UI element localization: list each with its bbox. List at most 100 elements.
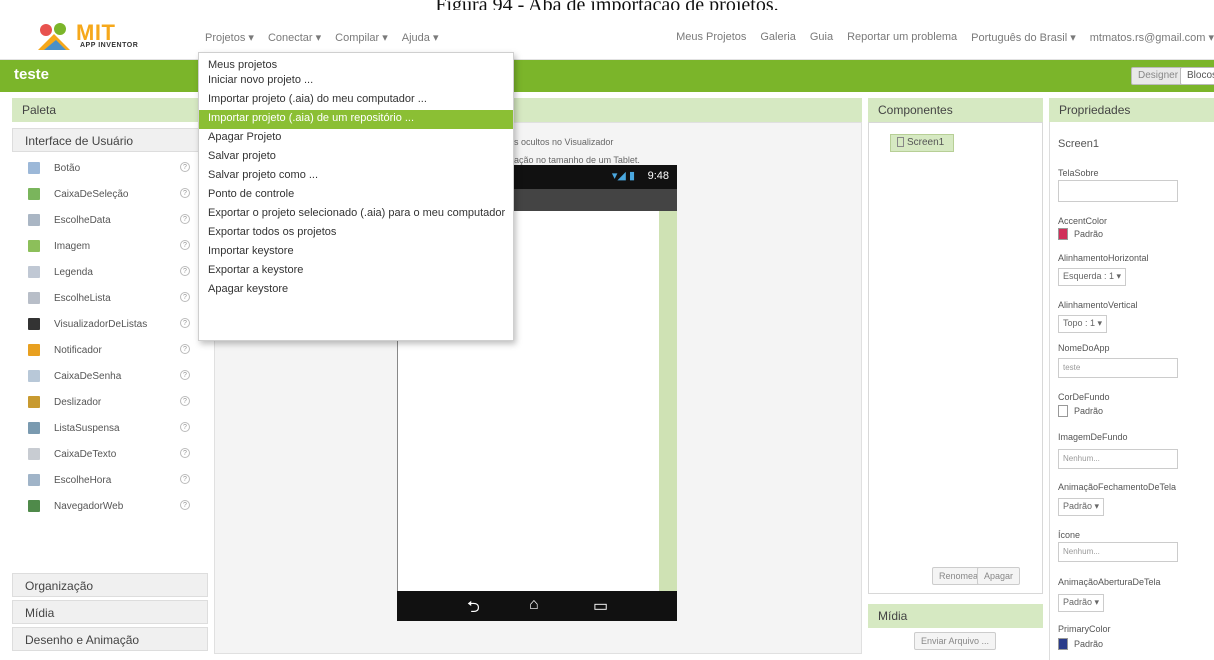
- prop-align-h-select[interactable]: Esquerda : 1 ▾: [1058, 268, 1127, 286]
- phone-scrollbar[interactable]: [659, 211, 677, 591]
- calendar-icon: [28, 214, 40, 226]
- palette-category-drawing[interactable]: Desenho e Animação: [12, 627, 208, 651]
- dropdown-menu-item[interactable]: Importar projeto (.aia) do meu computado…: [199, 91, 513, 110]
- help-icon[interactable]: ?: [180, 370, 190, 380]
- help-icon[interactable]: ?: [180, 448, 190, 458]
- palette-item[interactable]: VisualizadorDeListas?: [12, 311, 208, 337]
- dropdown-menu-item[interactable]: Exportar todos os projetos: [199, 224, 513, 243]
- upload-button[interactable]: Enviar Arquivo ...: [914, 632, 997, 650]
- prop-align-v-select[interactable]: Topo : 1 ▾: [1058, 315, 1108, 333]
- palette-list: Botão? CaixaDeSeleção? EscolheData? Imagem?…: [12, 155, 208, 519]
- phone-time: 9:48: [647, 170, 669, 182]
- dropdown-menu-item[interactable]: Meus projetos: [199, 53, 513, 72]
- home-icon[interactable]: ⌂: [529, 596, 539, 614]
- help-icon[interactable]: ?: [180, 188, 190, 198]
- dropdown-menu-item[interactable]: Exportar o projeto selecionado (.aia) pa…: [199, 205, 513, 224]
- prop-appname-label: NomeDoApp: [1058, 343, 1110, 353]
- prop-tela-sobre-input[interactable]: [1058, 180, 1178, 202]
- help-icon[interactable]: ?: [180, 292, 190, 302]
- prop-tela-sobre-label: TelaSobre: [1058, 168, 1099, 178]
- palette-item[interactable]: EscolheHora?: [12, 467, 208, 493]
- back-icon[interactable]: ⮌: [467, 596, 480, 623]
- palette-item[interactable]: CaixaDeSeleção?: [12, 181, 208, 207]
- account-menu[interactable]: mtmatos.rs@gmail.com ▾: [1090, 31, 1214, 44]
- viewer-hidden-note: s ocultos no Visualizador: [514, 137, 614, 147]
- right-menu: Meus Projetos Galeria Guia Reportar um p…: [676, 31, 1214, 44]
- menu-ajuda[interactable]: Ajuda ▾: [402, 31, 439, 44]
- clock-icon: [28, 474, 40, 486]
- prop-appname-input[interactable]: teste: [1058, 358, 1178, 378]
- palette-category-ui[interactable]: Interface de Usuário: [12, 128, 208, 152]
- help-icon[interactable]: ?: [180, 318, 190, 328]
- palette-item-label: Deslizador: [54, 396, 102, 408]
- designer-button[interactable]: Designer: [1131, 67, 1186, 85]
- help-icon[interactable]: ?: [180, 422, 190, 432]
- help-icon[interactable]: ?: [180, 214, 190, 224]
- prop-bg-swatch[interactable]: [1058, 405, 1068, 417]
- properties-screen-name: Screen1: [1058, 138, 1099, 150]
- palette-item[interactable]: ListaSuspensa?: [12, 415, 208, 441]
- help-icon[interactable]: ?: [180, 240, 190, 250]
- menu-conectar[interactable]: Conectar ▾: [268, 31, 321, 44]
- logo-icon: [38, 23, 70, 50]
- palette-item[interactable]: Imagem?: [12, 233, 208, 259]
- dropdown-menu-item[interactable]: Iniciar novo projeto ...: [199, 72, 513, 91]
- app-logo[interactable]: MIT APP INVENTOR: [36, 20, 146, 56]
- palette-item[interactable]: CaixaDeSenha?: [12, 363, 208, 389]
- palette-item[interactable]: Botão?: [12, 155, 208, 181]
- palette-item[interactable]: Deslizador?: [12, 389, 208, 415]
- help-icon[interactable]: ?: [180, 474, 190, 484]
- web-icon: [28, 500, 40, 512]
- prop-primary-swatch[interactable]: [1058, 638, 1068, 650]
- prop-open-anim-select[interactable]: Padrão ▾: [1058, 594, 1105, 612]
- help-icon[interactable]: ?: [180, 396, 190, 406]
- link-meus-projetos[interactable]: Meus Projetos: [676, 31, 746, 44]
- prop-close-anim-select[interactable]: Padrão ▾: [1058, 498, 1105, 516]
- phone-nav-bar: ⮌ ⌂ ▭: [397, 591, 677, 621]
- prop-icon-label: Ícone: [1058, 530, 1081, 540]
- dropdown-menu-item[interactable]: Apagar keystore: [199, 281, 513, 300]
- delete-button[interactable]: Apagar: [977, 567, 1021, 585]
- menu-projetos[interactable]: Projetos ▾: [205, 31, 254, 44]
- help-icon[interactable]: ?: [180, 500, 190, 510]
- recents-icon[interactable]: ▭: [593, 596, 608, 616]
- notifier-icon: [28, 344, 40, 356]
- prop-bg-label: CorDeFundo: [1058, 392, 1110, 402]
- link-galeria[interactable]: Galeria: [760, 31, 795, 44]
- dropdown-menu-item[interactable]: Salvar projeto: [199, 148, 513, 167]
- palette-item[interactable]: NavegadorWeb?: [12, 493, 208, 519]
- palette-category-layout[interactable]: Organização: [12, 573, 208, 597]
- dropdown-menu-item[interactable]: Salvar projeto como ...: [199, 167, 513, 186]
- prop-accent-swatch[interactable]: [1058, 228, 1068, 240]
- language-selector[interactable]: Português do Brasil ▾: [971, 31, 1076, 44]
- label-icon: [28, 266, 40, 278]
- prop-bgimage-input[interactable]: Nenhum...: [1058, 449, 1178, 469]
- menu-compilar[interactable]: Compilar ▾: [335, 31, 388, 44]
- help-icon[interactable]: ?: [180, 162, 190, 172]
- prop-accent-label: AccentColor: [1058, 216, 1108, 226]
- dropdown-menu-item[interactable]: Importar projeto (.aia) de um repositóri…: [199, 110, 513, 129]
- screen-icon: [897, 137, 904, 148]
- palette-item-label: CaixaDeTexto: [54, 448, 117, 460]
- prop-primary-value: Padrão: [1074, 639, 1104, 649]
- components-tree: [868, 122, 1043, 594]
- prop-icon-input[interactable]: Nenhum...: [1058, 542, 1178, 562]
- dropdown-menu-item[interactable]: Ponto de controle: [199, 186, 513, 205]
- top-menu: Projetos ▾ Conectar ▾ Compilar ▾ Ajuda ▾: [205, 31, 438, 44]
- palette-item[interactable]: EscolheLista?: [12, 285, 208, 311]
- palette-item[interactable]: Notificador?: [12, 337, 208, 363]
- palette-item[interactable]: EscolheData?: [12, 207, 208, 233]
- link-guia[interactable]: Guia: [810, 31, 833, 44]
- palette-item[interactable]: Legenda?: [12, 259, 208, 285]
- palette-item[interactable]: CaixaDeTexto?: [12, 441, 208, 467]
- help-icon[interactable]: ?: [180, 266, 190, 276]
- blocks-button[interactable]: Blocos: [1180, 67, 1214, 85]
- dropdown-menu-item[interactable]: Exportar a keystore: [199, 262, 513, 281]
- dropdown-menu-item[interactable]: Apagar Projeto: [199, 129, 513, 148]
- component-screen1[interactable]: Screen1: [890, 134, 954, 152]
- dropdown-menu-item[interactable]: Importar keystore: [199, 243, 513, 262]
- link-reportar[interactable]: Reportar um problema: [847, 31, 957, 44]
- palette-category-media[interactable]: Mídia: [12, 600, 208, 624]
- help-icon[interactable]: ?: [180, 344, 190, 354]
- palette-item-label: Botão: [54, 162, 81, 174]
